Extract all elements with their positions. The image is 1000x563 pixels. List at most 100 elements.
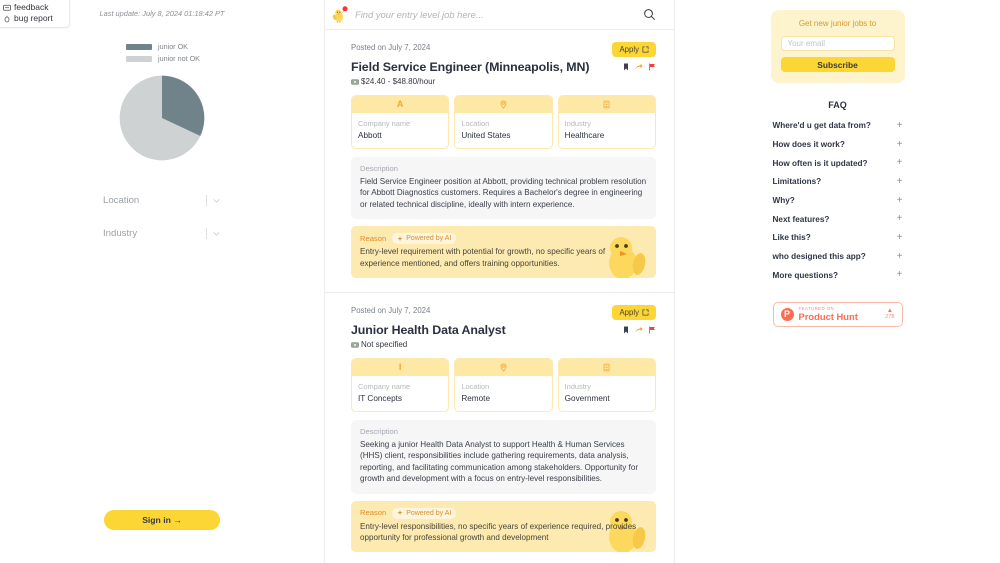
upvote-count: 278 <box>885 314 894 321</box>
plus-icon: + <box>897 252 903 262</box>
salary-text: $24.40 - $48.80/hour <box>361 77 435 86</box>
ai-badge-label: Powered by AI <box>406 509 451 518</box>
faq-item-0[interactable]: Where'd u get data from? + <box>773 117 903 136</box>
location-badge <box>455 359 551 376</box>
reason-text: Entry-level requirement with potential f… <box>360 246 647 269</box>
company-logo-badge: I <box>352 359 448 376</box>
industry-badge <box>559 359 655 376</box>
meta-card-body: Company name IT Concepts <box>352 376 448 411</box>
filter-industry-control[interactable] <box>206 228 221 239</box>
salary-text: Not specified <box>361 340 407 349</box>
chick-balloon-logo-icon[interactable] <box>331 6 349 24</box>
feedback-link[interactable]: feedback <box>3 2 66 13</box>
feedback-label: feedback <box>14 2 49 13</box>
divider <box>206 195 207 206</box>
meta-card-body: Industry Healthcare <box>559 113 655 148</box>
filter-location-control[interactable] <box>206 195 221 206</box>
filter-industry[interactable]: Industry <box>103 221 221 247</box>
industry-value: Government <box>565 393 649 404</box>
search-icon[interactable] <box>643 8 656 21</box>
posted-date: Posted on July 7, 2024 <box>351 305 430 316</box>
chevron-down-icon <box>212 229 221 238</box>
meta-card-company: I Company name IT Concepts <box>351 358 449 412</box>
job-title[interactable]: Field Service Engineer (Minneapolis, MN) <box>351 60 589 74</box>
plus-icon: + <box>897 270 903 280</box>
reason-label: Reason <box>360 508 386 518</box>
job-card: Posted on July 7, 2024 Apply Field Servi… <box>325 30 674 293</box>
bookmark-icon[interactable] <box>622 63 630 71</box>
job-title[interactable]: Junior Health Data Analyst <box>351 323 506 337</box>
description-text: Seeking a junior Health Data Analyst to … <box>360 439 647 485</box>
meta-card-company: A Company name Abbott <box>351 95 449 149</box>
bug-report-link[interactable]: bug report <box>3 13 66 24</box>
faq-item-2[interactable]: How often is it updated? + <box>773 154 903 173</box>
filters: Location Industry <box>103 188 221 247</box>
sign-in-button[interactable]: Sign in → <box>104 510 220 530</box>
salary-row: Not specified <box>351 340 656 349</box>
flag-icon[interactable] <box>648 326 656 334</box>
meta-card-body: Company name Abbott <box>352 113 448 148</box>
faq-item-3[interactable]: Limitations? + <box>773 173 903 192</box>
last-update-text: Last update: July 8, 2024 01:18:42 PT <box>82 9 242 19</box>
reason-label: Reason <box>360 234 386 244</box>
meta-card-location: Location Remote <box>454 358 552 412</box>
search-input[interactable] <box>355 9 637 20</box>
apply-button[interactable]: Apply <box>612 42 656 57</box>
product-hunt-badge[interactable]: P FEATURED ON Product Hunt ▲ 278 <box>773 302 903 327</box>
faq-item-1[interactable]: How does it work? + <box>773 135 903 154</box>
flag-icon[interactable] <box>648 63 656 71</box>
location-label: Location <box>461 382 545 392</box>
right-sidebar: Get new junior jobs to Subscribe FAQ Whe… <box>675 0 1000 563</box>
posted-date: Posted on July 7, 2024 <box>351 42 430 53</box>
reason-box: Reason Powered by AI Entry-level require… <box>351 226 656 278</box>
job-title-row: Junior Health Data Analyst <box>351 323 656 337</box>
apply-button[interactable]: Apply <box>612 305 656 320</box>
plus-icon: + <box>897 196 903 206</box>
filter-location[interactable]: Location <box>103 188 221 214</box>
bug-icon <box>3 15 11 23</box>
faq-item-7[interactable]: who designed this app? + <box>773 247 903 266</box>
faq-title: FAQ <box>675 100 1000 110</box>
chat-icon <box>3 4 11 12</box>
faq-question: Limitations? <box>773 177 822 186</box>
description-label: Description <box>360 164 647 174</box>
plus-icon: + <box>897 214 903 224</box>
share-icon[interactable] <box>635 326 643 334</box>
apply-label: Apply <box>619 308 639 317</box>
legend-swatch-junior-ok <box>126 44 152 50</box>
plus-icon: + <box>897 233 903 243</box>
bookmark-icon[interactable] <box>622 326 630 334</box>
job-card-header: Posted on July 7, 2024 Apply <box>351 42 656 57</box>
money-icon <box>351 341 359 349</box>
faq-item-6[interactable]: Like this? + <box>773 229 903 248</box>
meta-card-location: Location United States <box>454 95 552 149</box>
left-sidebar: Last update: July 8, 2024 01:18:42 PT ju… <box>0 0 325 563</box>
map-pin-icon <box>499 363 508 372</box>
industry-value: Healthcare <box>565 130 649 141</box>
ai-badge-label: Powered by AI <box>406 234 451 243</box>
job-meta-grid: I Company name IT Concepts Location Remo… <box>351 358 656 412</box>
share-icon[interactable] <box>635 63 643 71</box>
faq-question: who designed this app? <box>773 252 866 261</box>
faq-question: Like this? <box>773 233 811 242</box>
filter-location-label: Location <box>103 195 139 206</box>
subscribe-title: Get new junior jobs to <box>781 18 895 29</box>
job-actions <box>622 326 656 334</box>
sparkle-icon <box>397 510 403 516</box>
meta-card-body: Location United States <box>455 113 551 148</box>
faq-item-8[interactable]: More questions? + <box>773 266 903 285</box>
faq-item-5[interactable]: Next features? + <box>773 210 903 229</box>
industry-badge <box>559 96 655 113</box>
subscribe-button[interactable]: Subscribe <box>781 57 895 72</box>
faq-item-4[interactable]: Why? + <box>773 191 903 210</box>
product-hunt-text: FEATURED ON Product Hunt <box>799 306 881 322</box>
plus-icon: + <box>897 121 903 131</box>
ai-badge: Powered by AI <box>392 508 456 519</box>
plus-icon: + <box>897 177 903 187</box>
map-pin-icon <box>499 100 508 109</box>
money-icon <box>351 78 359 86</box>
location-badge <box>455 96 551 113</box>
job-feed-column: Posted on July 7, 2024 Apply Field Servi… <box>325 0 675 563</box>
email-input[interactable] <box>781 36 895 51</box>
legend-label-junior-not-ok: junior not OK <box>158 54 200 63</box>
